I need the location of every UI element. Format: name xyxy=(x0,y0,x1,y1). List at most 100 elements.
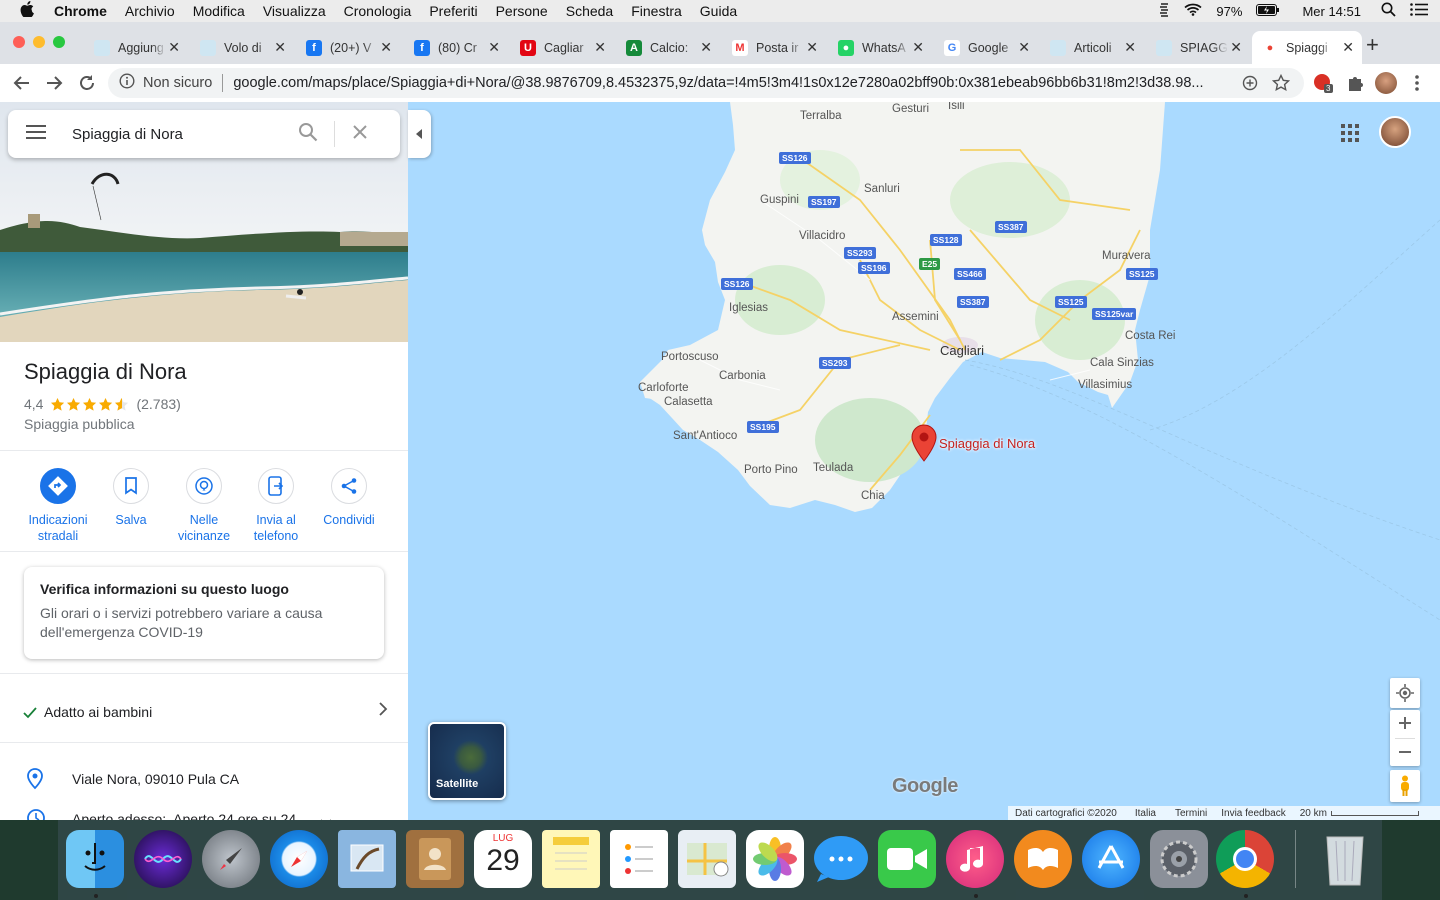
close-tab-icon[interactable]: ✕ xyxy=(1342,39,1354,56)
notification-center-icon[interactable] xyxy=(1410,3,1428,19)
install-app-icon[interactable] xyxy=(1242,75,1258,95)
tab-2[interactable]: Volo di ✕ xyxy=(190,31,294,64)
menu-app-name[interactable]: Chrome xyxy=(54,3,107,19)
town-label[interactable]: Teulada xyxy=(813,462,853,474)
town-label[interactable]: Sanluri xyxy=(864,183,900,195)
town-label[interactable]: Isili xyxy=(948,102,965,112)
close-tab-icon[interactable]: ✕ xyxy=(1018,39,1030,56)
close-tab-icon[interactable]: ✕ xyxy=(912,39,924,56)
reload-button[interactable] xyxy=(77,73,97,98)
tab-9[interactable]: G Google ✕ xyxy=(934,31,1038,64)
town-label[interactable]: Calasetta xyxy=(664,396,713,408)
google-apps-icon[interactable] xyxy=(1341,124,1359,147)
mail-icon[interactable] xyxy=(338,830,396,888)
country-link[interactable]: Italia xyxy=(1135,808,1156,819)
feedback-link[interactable]: Invia feedback xyxy=(1221,808,1286,819)
chrome-dock-icon[interactable] xyxy=(1216,830,1274,888)
account-avatar[interactable] xyxy=(1379,116,1411,148)
extensions-puzzle-icon[interactable] xyxy=(1346,74,1364,97)
spotlight-icon[interactable] xyxy=(1381,2,1396,20)
script-icon[interactable] xyxy=(1158,2,1170,20)
menu-hamburger-icon[interactable] xyxy=(26,124,46,144)
reviews-count-link[interactable]: (2.783) xyxy=(136,396,180,412)
battery-icon[interactable] xyxy=(1256,3,1280,19)
town-label[interactable]: Costa Rei xyxy=(1125,330,1176,342)
trash-icon[interactable] xyxy=(1316,830,1374,888)
town-label[interactable]: Iglesias xyxy=(729,302,768,314)
contacts-icon[interactable] xyxy=(406,830,464,888)
books-icon[interactable] xyxy=(1014,830,1072,888)
menu-archivio[interactable]: Archivio xyxy=(125,3,175,19)
info-icon[interactable] xyxy=(119,73,135,93)
zoom-out-button[interactable] xyxy=(1399,739,1411,767)
omnibox[interactable]: Non sicuro google.com/maps/place/Spiaggi… xyxy=(108,68,1304,98)
map-data-credit[interactable]: Dati cartografici ©2020 xyxy=(1015,808,1117,819)
messages-icon[interactable] xyxy=(812,830,870,888)
town-label[interactable]: Chia xyxy=(861,490,885,502)
zoom-in-button[interactable] xyxy=(1399,710,1411,738)
bookmark-star-icon[interactable] xyxy=(1271,73,1291,96)
town-label[interactable]: Porto Pino xyxy=(744,464,798,476)
close-tab-icon[interactable]: ✕ xyxy=(806,39,818,56)
music-icon[interactable] xyxy=(946,830,1004,888)
tab-11[interactable]: SPIAGG ✕ xyxy=(1146,31,1250,64)
tab-7[interactable]: M Posta ir ✕ xyxy=(722,31,826,64)
town-label[interactable]: Terralba xyxy=(800,110,842,122)
marker-label[interactable]: Spiaggia di Nora xyxy=(939,436,1035,451)
close-tab-icon[interactable]: ✕ xyxy=(1124,39,1136,56)
reminders-icon[interactable] xyxy=(610,830,668,888)
menu-preferiti[interactable]: Preferiti xyxy=(429,3,477,19)
extension-red-icon[interactable]: 3 xyxy=(1313,73,1333,98)
tab-1[interactable]: Aggiung ✕ xyxy=(84,31,188,64)
tab-5[interactable]: U Cagliar ✕ xyxy=(510,31,614,64)
minimize-window-button[interactable] xyxy=(33,36,45,48)
close-tab-icon[interactable]: ✕ xyxy=(168,39,180,56)
back-button[interactable] xyxy=(12,73,32,98)
address-row[interactable]: Viale Nora, 09010 Pula CA xyxy=(0,762,408,796)
facetime-icon[interactable] xyxy=(878,830,936,888)
profile-avatar[interactable] xyxy=(1375,72,1397,94)
town-label[interactable]: Portoscuso xyxy=(661,351,719,363)
town-label[interactable]: Carloforte xyxy=(638,382,689,394)
send-to-phone-button[interactable]: Invia al telefono xyxy=(240,468,312,544)
safari-icon[interactable] xyxy=(270,830,328,888)
security-state[interactable]: Non sicuro xyxy=(143,75,212,91)
nearby-button[interactable]: Nelle vicinanze xyxy=(168,468,240,544)
launchpad-icon[interactable] xyxy=(202,830,260,888)
menu-persone[interactable]: Persone xyxy=(496,3,548,19)
terms-link[interactable]: Termini xyxy=(1175,808,1207,819)
close-tab-icon[interactable]: ✕ xyxy=(488,39,500,56)
close-tab-icon[interactable]: ✕ xyxy=(700,39,712,56)
close-window-button[interactable] xyxy=(13,36,25,48)
my-location-button[interactable] xyxy=(1390,678,1420,708)
hours-row[interactable]: Aperto adesso: Aperto 24 ore su 24 xyxy=(0,804,408,820)
close-tab-icon[interactable]: ✕ xyxy=(1230,39,1242,56)
town-label[interactable]: Villasimius xyxy=(1078,379,1132,391)
place-category[interactable]: Spiaggia pubblica xyxy=(24,416,135,432)
url-text[interactable]: google.com/maps/place/Spiaggia+di+Nora/@… xyxy=(233,75,1233,91)
apple-icon[interactable] xyxy=(20,1,38,21)
town-label[interactable]: Sant'Antioco xyxy=(673,430,737,442)
town-label[interactable]: Assemini xyxy=(892,311,939,323)
wifi-icon[interactable] xyxy=(1184,3,1202,19)
close-tab-icon[interactable]: ✕ xyxy=(274,39,286,56)
town-label[interactable]: Guspini xyxy=(760,194,799,206)
town-label[interactable]: Carbonia xyxy=(719,370,766,382)
tab-3[interactable]: f (20+) V ✕ xyxy=(296,31,400,64)
menu-visualizza[interactable]: Visualizza xyxy=(263,3,326,19)
app-store-icon[interactable] xyxy=(1082,830,1140,888)
town-label[interactable]: Cala Sinzias xyxy=(1090,357,1154,369)
maps-app-icon[interactable] xyxy=(678,830,736,888)
feature-row[interactable]: Adatto ai bambini xyxy=(0,692,408,732)
zoom-window-button[interactable] xyxy=(53,36,65,48)
system-preferences-icon[interactable] xyxy=(1150,830,1208,888)
collapse-panel-button[interactable] xyxy=(408,110,431,158)
search-icon[interactable] xyxy=(298,122,318,147)
new-tab-button[interactable]: + xyxy=(1366,34,1379,56)
map-canvas[interactable]: TerralbaGesturiIsiliTerteniaSanluriGuspi… xyxy=(408,102,1440,820)
forward-button[interactable] xyxy=(44,73,64,98)
menu-scheda[interactable]: Scheda xyxy=(566,3,613,19)
town-label[interactable]: Gesturi xyxy=(892,103,929,115)
tab-6[interactable]: A Calcio: ✕ xyxy=(616,31,720,64)
town-label[interactable]: Muravera xyxy=(1102,250,1151,262)
